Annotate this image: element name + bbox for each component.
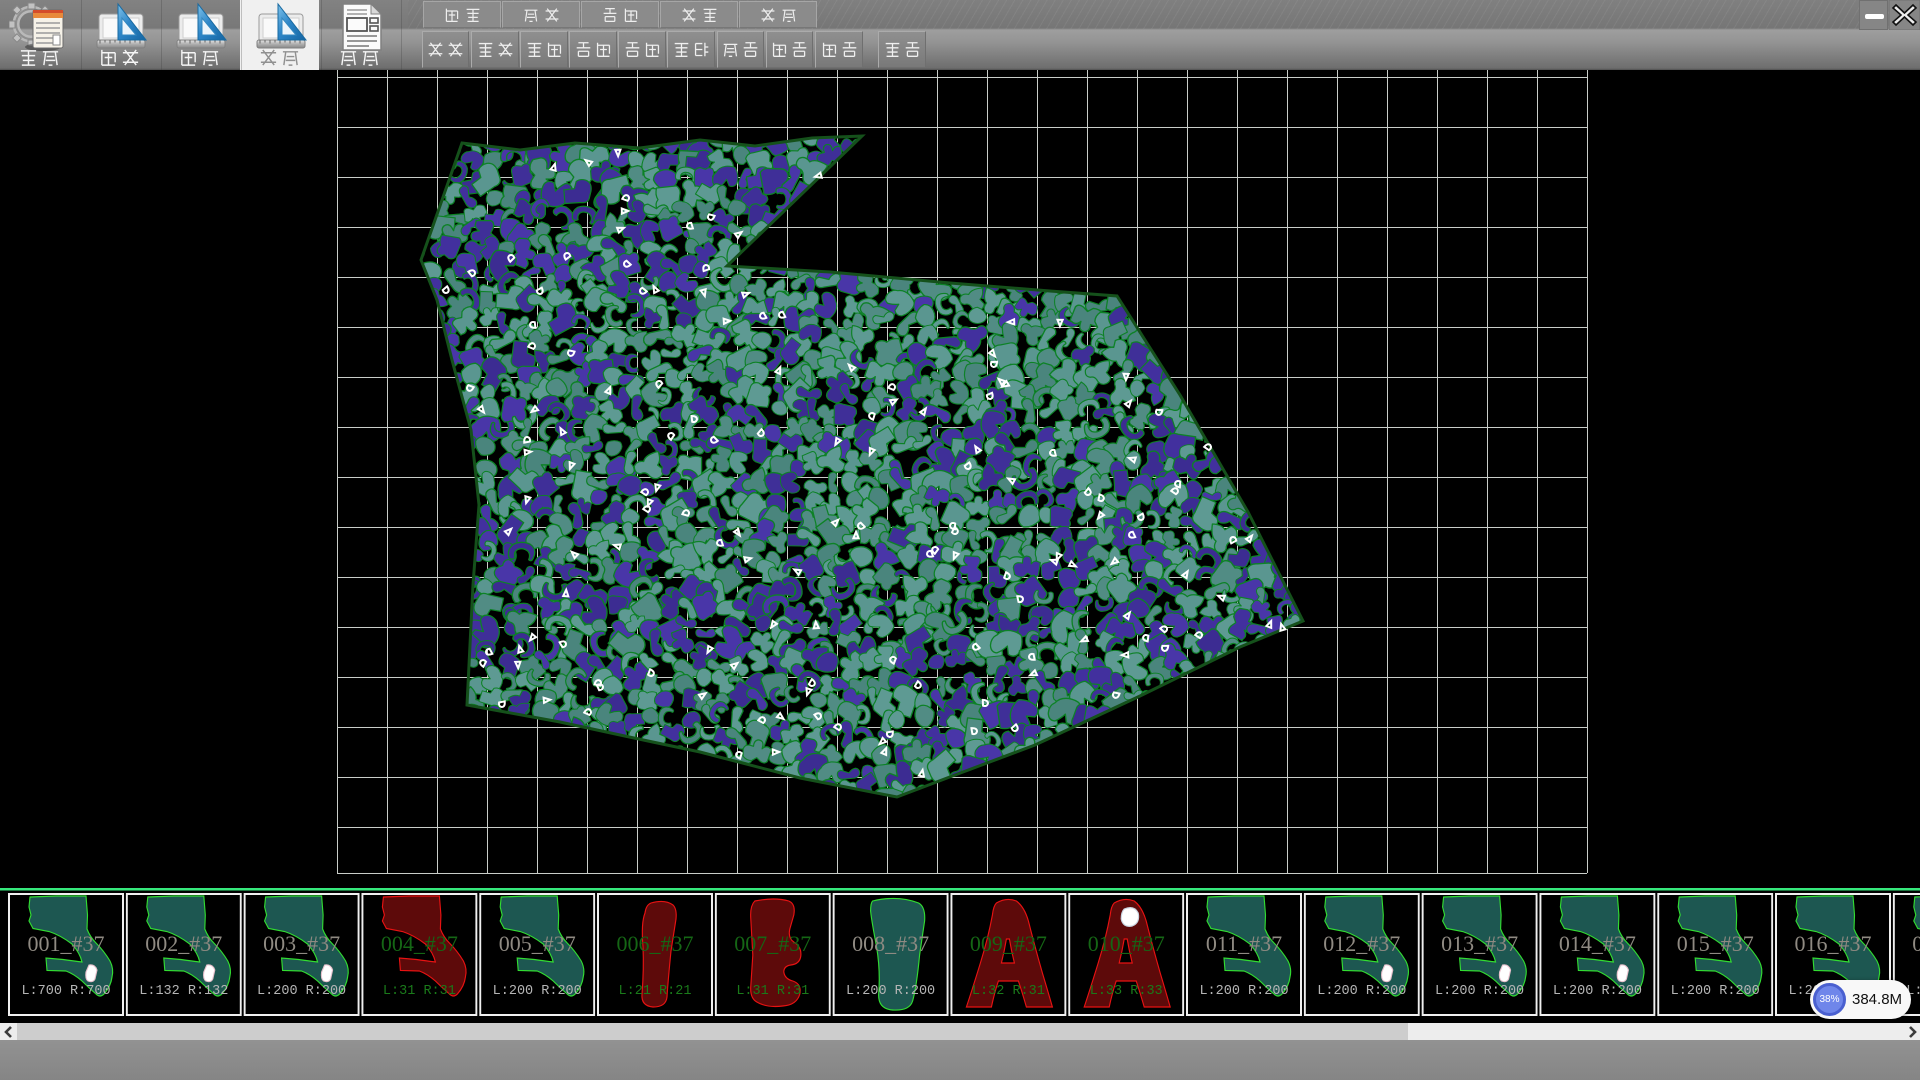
svg-text:008_#37: 008_#37 (852, 931, 929, 956)
svg-text:L:200 R:200: L:200 R:200 (1553, 984, 1642, 999)
svg-text:017_#37: 017_#37 (1912, 931, 1920, 956)
svg-text:014_#37: 014_#37 (1559, 931, 1636, 956)
svg-text:012_#37: 012_#37 (1323, 931, 1400, 956)
svg-text:L:132 R:132: L:132 R:132 (139, 984, 228, 999)
svg-text:005_#37: 005_#37 (499, 931, 576, 956)
svg-text:L:200 R:200: L:200 R:200 (846, 984, 935, 999)
svg-text:L:21 R:21: L:21 R:21 (619, 984, 692, 999)
svg-text:L:33 R:33: L:33 R:33 (1090, 984, 1163, 999)
svg-text:L:700 R:700: L:700 R:700 (21, 984, 110, 999)
svg-text:L:200 R:200: L:200 R:200 (1317, 984, 1406, 999)
svg-text:015_#37: 015_#37 (1677, 931, 1754, 956)
svg-text:016_#37: 016_#37 (1795, 931, 1872, 956)
svg-text:001_#37: 001_#37 (28, 931, 105, 956)
svg-text:003_#37: 003_#37 (263, 931, 340, 956)
svg-text:L:200 R:200: L:200 R:200 (257, 984, 346, 999)
svg-text:L:200 R:200: L:200 R:200 (1199, 984, 1288, 999)
svg-text:L:31 R:31: L:31 R:31 (383, 984, 456, 999)
svg-text:004_#37: 004_#37 (381, 931, 458, 956)
svg-text:009_#37: 009_#37 (970, 931, 1047, 956)
svg-text:013_#37: 013_#37 (1441, 931, 1518, 956)
svg-text:010_#37: 010_#37 (1088, 931, 1165, 956)
svg-text:L:200 R:200: L:200 R:200 (1671, 984, 1760, 999)
svg-text:L:32 R:31: L:32 R:31 (972, 984, 1045, 999)
svg-text:L:200 R:200: L:200 R:200 (493, 984, 582, 999)
svg-text:007_#37: 007_#37 (734, 931, 811, 956)
svg-text:L:31 R:31: L:31 R:31 (736, 984, 809, 999)
svg-text:L:200 R:200: L:200 R:200 (1435, 984, 1524, 999)
svg-text:002_#37: 002_#37 (145, 931, 222, 956)
svg-text:011_#37: 011_#37 (1206, 931, 1282, 956)
svg-text:006_#37: 006_#37 (617, 931, 694, 956)
